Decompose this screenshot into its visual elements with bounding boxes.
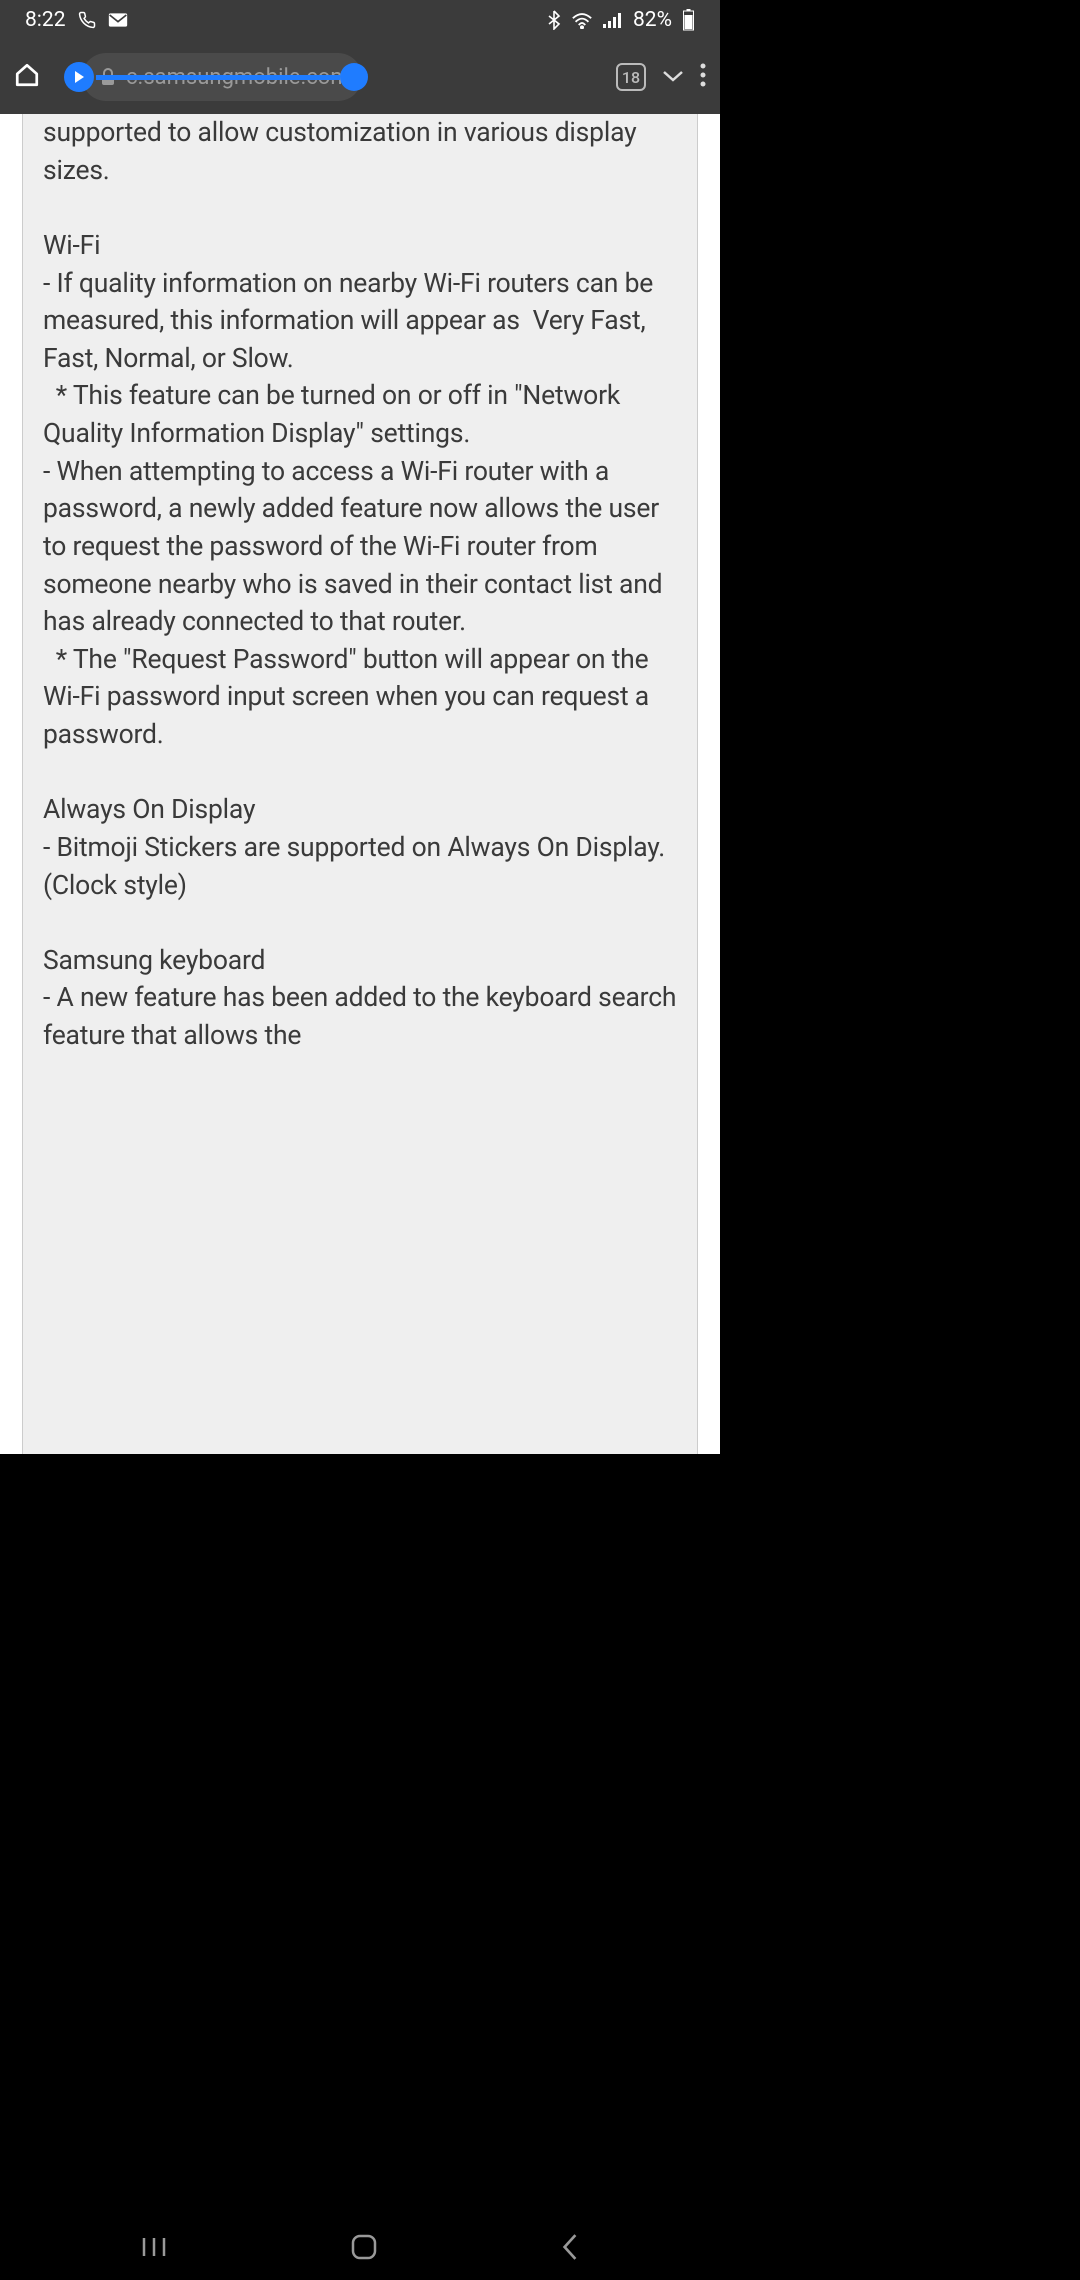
browser-toolbar: c.samsungmobile.com 18 (0, 40, 720, 114)
section-heading: Always On Display (43, 791, 677, 829)
back-button[interactable] (561, 2233, 579, 2261)
battery-icon (682, 9, 695, 31)
signal-icon (603, 12, 623, 28)
section-body: - If quality information on nearby Wi-Fi… (43, 265, 677, 754)
status-right: 82% (547, 8, 695, 32)
section-body: - A new feature has been added to the ke… (43, 979, 677, 1054)
mail-icon (108, 12, 128, 28)
bluetooth-icon (547, 10, 561, 30)
section-heading: Wi-Fi (43, 227, 677, 265)
page-content[interactable]: supported to allow customization in vari… (0, 114, 720, 1454)
progress-slider[interactable] (64, 62, 368, 92)
battery-text: 82% (633, 8, 672, 32)
status-time: 8:22 (25, 8, 66, 32)
content-blank (43, 754, 677, 792)
call-icon (78, 11, 96, 29)
content-blank (43, 904, 677, 942)
content-line: supported to allow customization in vari… (43, 114, 677, 189)
recents-button[interactable] (141, 2234, 167, 2260)
tab-count[interactable]: 18 (616, 63, 646, 91)
home-button[interactable] (350, 2233, 378, 2261)
chevron-down-icon[interactable] (662, 68, 684, 87)
status-bar: 8:22 82% (0, 0, 720, 40)
content-blank (43, 189, 677, 227)
navigation-bar (0, 2214, 720, 2280)
section-body: - Bitmoji Stickers are supported on Alwa… (43, 829, 677, 904)
section-heading: Samsung keyboard (43, 942, 677, 980)
home-icon[interactable] (14, 62, 44, 92)
slider-thumb[interactable] (340, 63, 368, 91)
slider-track[interactable] (96, 75, 340, 80)
status-left: 8:22 (25, 8, 128, 32)
play-icon[interactable] (64, 62, 94, 92)
wifi-icon (571, 11, 593, 29)
more-icon[interactable] (700, 63, 706, 91)
